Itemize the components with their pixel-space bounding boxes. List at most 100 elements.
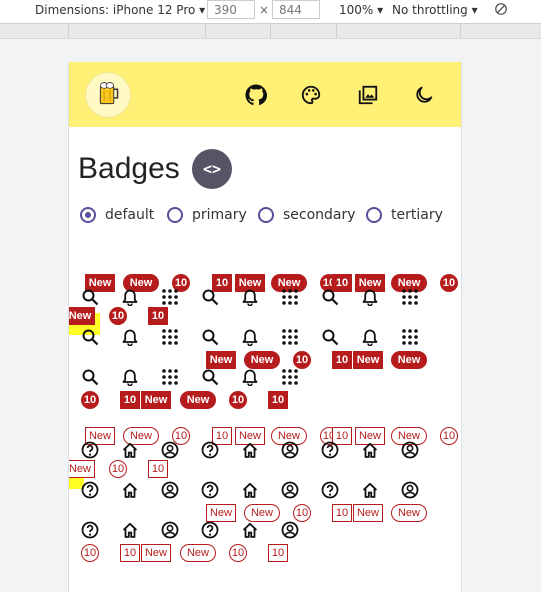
home-icon[interactable] bbox=[361, 441, 379, 459]
badge-count-square: 10 bbox=[332, 351, 352, 369]
search-icon[interactable] bbox=[321, 288, 339, 306]
apps-grid-icon[interactable] bbox=[281, 368, 299, 386]
radio-primary-label: primary bbox=[192, 207, 247, 223]
device-dimensions-select[interactable]: Dimensions: iPhone 12 Pro ▾ bbox=[35, 3, 205, 17]
palette-icon[interactable] bbox=[300, 84, 322, 106]
badge-count-square: 10 bbox=[268, 391, 288, 409]
width-input[interactable]: 390 bbox=[207, 0, 255, 19]
apps-grid-icon[interactable] bbox=[401, 288, 419, 306]
zoom-select[interactable]: 100% ▾ bbox=[339, 3, 383, 17]
help-icon[interactable] bbox=[81, 521, 99, 539]
account-circle-icon[interactable] bbox=[401, 481, 419, 499]
badge-count-dot: 10 bbox=[109, 460, 127, 478]
view-code-button[interactable]: <> bbox=[192, 149, 232, 189]
search-icon[interactable] bbox=[81, 288, 99, 306]
bell-icon[interactable] bbox=[241, 288, 259, 306]
devtools-toolbar: Dimensions: iPhone 12 Pro ▾ 390 × 844 10… bbox=[0, 0, 541, 24]
help-icon[interactable] bbox=[201, 521, 219, 539]
app-bar bbox=[69, 62, 461, 127]
apps-grid-icon[interactable] bbox=[161, 328, 179, 346]
dark-mode-icon[interactable] bbox=[413, 84, 435, 106]
badge-count-dot: 10 bbox=[293, 351, 311, 369]
home-icon[interactable] bbox=[241, 521, 259, 539]
badge-count-square: 10 bbox=[120, 544, 140, 562]
bell-icon[interactable] bbox=[121, 368, 139, 386]
apps-grid-icon[interactable] bbox=[161, 368, 179, 386]
help-icon[interactable] bbox=[81, 441, 99, 459]
home-icon[interactable] bbox=[121, 521, 139, 539]
radio-default-control[interactable] bbox=[80, 207, 96, 223]
badge-count-square: 10 bbox=[268, 544, 288, 562]
account-circle-icon[interactable] bbox=[281, 521, 299, 539]
bell-icon[interactable] bbox=[121, 288, 139, 306]
account-circle-icon[interactable] bbox=[161, 521, 179, 539]
badge-new-rect: New bbox=[353, 351, 383, 369]
radio-secondary-label: secondary bbox=[283, 207, 356, 223]
apps-grid-icon[interactable] bbox=[161, 288, 179, 306]
help-icon[interactable] bbox=[201, 441, 219, 459]
account-circle-icon[interactable] bbox=[161, 481, 179, 499]
height-input[interactable]: 844 bbox=[272, 0, 320, 19]
badge-count-dot: 10 bbox=[109, 307, 127, 325]
page-title: Badges bbox=[78, 152, 180, 185]
search-icon[interactable] bbox=[201, 288, 219, 306]
bell-icon[interactable] bbox=[361, 328, 379, 346]
badge-count-dot: 10 bbox=[440, 427, 458, 445]
badge-new-rect: New bbox=[69, 307, 95, 325]
badge-new-pill: New bbox=[244, 504, 280, 522]
badge-count-square: 10 bbox=[332, 504, 352, 522]
badge-new-rect: New bbox=[206, 351, 236, 369]
badge-count-square: 10 bbox=[148, 460, 168, 478]
search-icon[interactable] bbox=[81, 328, 99, 346]
badge-new-pill: New bbox=[391, 504, 427, 522]
badge-new-rect: New bbox=[353, 504, 383, 522]
badge-count-dot: 10 bbox=[81, 391, 99, 409]
device-viewport: Badges <> default primary secondary tert… bbox=[68, 62, 462, 592]
badge-count-dot: 10 bbox=[440, 274, 458, 292]
home-icon[interactable] bbox=[241, 441, 259, 459]
account-circle-icon[interactable] bbox=[401, 441, 419, 459]
apps-grid-icon[interactable] bbox=[281, 288, 299, 306]
badge-new-rect: New bbox=[141, 391, 171, 409]
home-icon[interactable] bbox=[121, 441, 139, 459]
radio-secondary-control[interactable] bbox=[258, 207, 274, 223]
apps-grid-icon[interactable] bbox=[401, 328, 419, 346]
badge-new-rect: New bbox=[141, 544, 171, 562]
help-icon[interactable] bbox=[321, 441, 339, 459]
search-icon[interactable] bbox=[201, 368, 219, 386]
bell-icon[interactable] bbox=[361, 288, 379, 306]
home-icon[interactable] bbox=[241, 481, 259, 499]
radio-default-label: default bbox=[105, 207, 155, 223]
throttling-select[interactable]: No throttling ▾ bbox=[392, 3, 478, 17]
github-icon[interactable] bbox=[245, 84, 267, 106]
beer-logo-icon[interactable] bbox=[85, 72, 131, 118]
radio-primary-control[interactable] bbox=[167, 207, 183, 223]
badge-count-square: 10 bbox=[120, 391, 140, 409]
badge-count-dot: 10 bbox=[293, 504, 311, 522]
apps-grid-icon[interactable] bbox=[281, 328, 299, 346]
help-icon[interactable] bbox=[201, 481, 219, 499]
home-icon[interactable] bbox=[121, 481, 139, 499]
account-circle-icon[interactable] bbox=[281, 441, 299, 459]
account-circle-icon[interactable] bbox=[161, 441, 179, 459]
search-icon[interactable] bbox=[321, 328, 339, 346]
badge-count-dot: 10 bbox=[81, 544, 99, 562]
badge-new-rect: New bbox=[206, 504, 236, 522]
search-icon[interactable] bbox=[81, 368, 99, 386]
search-icon[interactable] bbox=[201, 328, 219, 346]
photo-library-icon[interactable] bbox=[357, 84, 379, 106]
help-icon[interactable] bbox=[81, 481, 99, 499]
badge-count-dot: 10 bbox=[229, 544, 247, 562]
help-icon[interactable] bbox=[321, 481, 339, 499]
rotate-icon[interactable] bbox=[494, 2, 508, 16]
bell-icon[interactable] bbox=[241, 368, 259, 386]
radio-tertiary-label: tertiary bbox=[391, 207, 443, 223]
radio-tertiary-control[interactable] bbox=[366, 207, 382, 223]
bell-icon[interactable] bbox=[241, 328, 259, 346]
times-sign: × bbox=[259, 3, 270, 17]
home-icon[interactable] bbox=[361, 481, 379, 499]
badge-new-rect: New bbox=[69, 460, 95, 478]
badge-new-pill: New bbox=[244, 351, 280, 369]
bell-icon[interactable] bbox=[121, 328, 139, 346]
account-circle-icon[interactable] bbox=[281, 481, 299, 499]
